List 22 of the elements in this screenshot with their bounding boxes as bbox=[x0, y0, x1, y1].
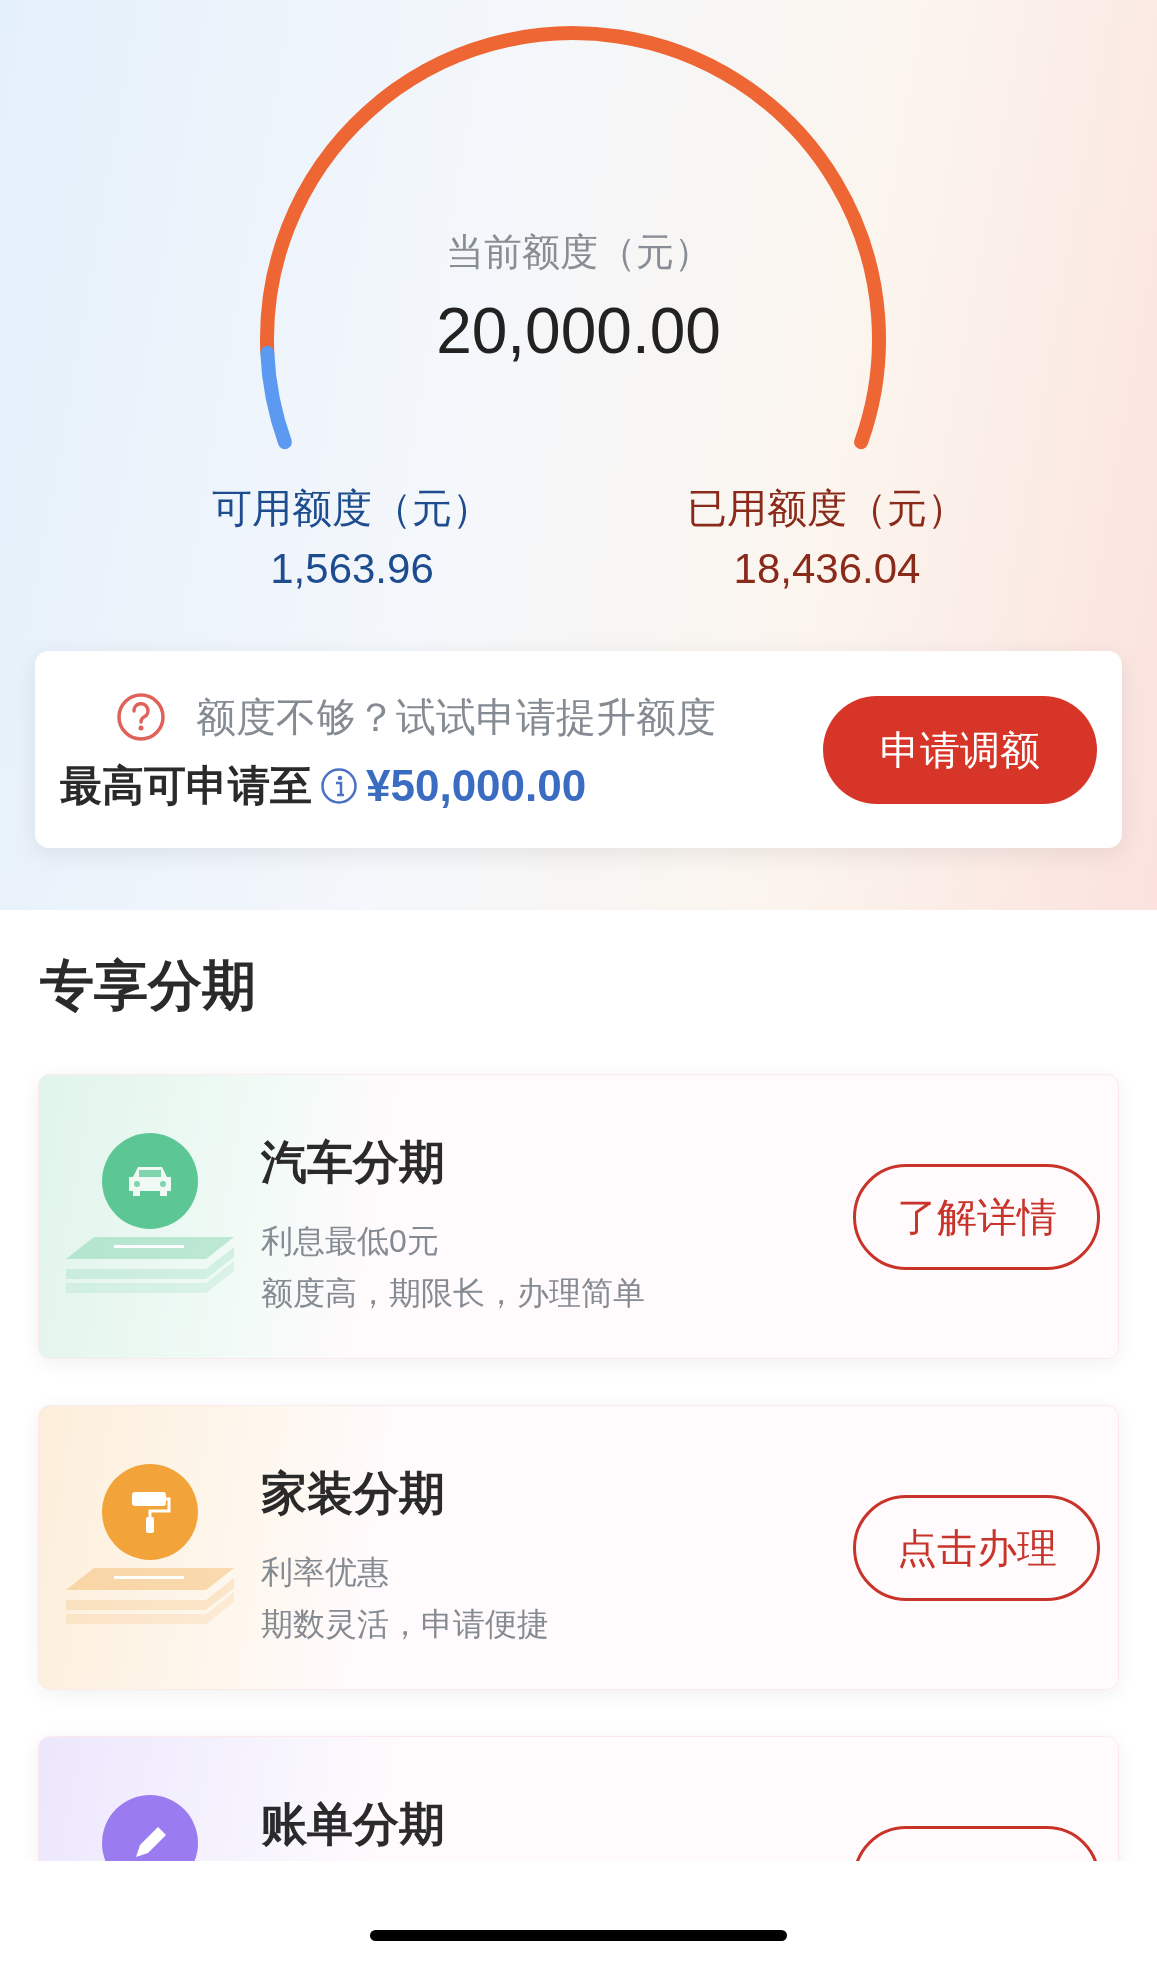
max-limit-amount: ¥50,000.00 bbox=[366, 763, 587, 808]
available-label: 可用额度（元） bbox=[212, 488, 492, 528]
section-title: 专享分期 bbox=[39, 958, 257, 1012]
product-description: 利率优惠 bbox=[261, 1556, 390, 1588]
upgrade-prompt: 额度不够？试试申请提升额度 bbox=[196, 696, 716, 737]
product-title: 汽车分期 bbox=[261, 1139, 446, 1185]
product-action-button[interactable]: 点击办理 bbox=[853, 1495, 1100, 1601]
apply-adjust-button[interactable]: 申请调额 bbox=[823, 695, 1097, 804]
used-label: 已用额度（元） bbox=[687, 488, 967, 528]
product-description: 期数灵活，申请便捷 bbox=[261, 1608, 550, 1640]
product-title: 家装分期 bbox=[261, 1470, 446, 1516]
help-icon bbox=[116, 691, 166, 742]
used-amount: 18,436.04 bbox=[733, 548, 921, 590]
product-description: 利息最低0元 bbox=[261, 1225, 440, 1257]
available-amount: 1,563.96 bbox=[270, 548, 434, 590]
gauge-title: 当前额度（元） bbox=[445, 233, 712, 271]
info-icon[interactable] bbox=[320, 766, 358, 805]
product-title: 账单分期 bbox=[261, 1801, 446, 1847]
product-action-button[interactable]: 了解详情 bbox=[853, 1164, 1100, 1270]
credit-amount: 20,000.00 bbox=[436, 299, 721, 363]
max-limit-label: 最高可申请至 bbox=[60, 764, 312, 807]
product-description: 额度高，期限长，办理简单 bbox=[261, 1277, 646, 1309]
